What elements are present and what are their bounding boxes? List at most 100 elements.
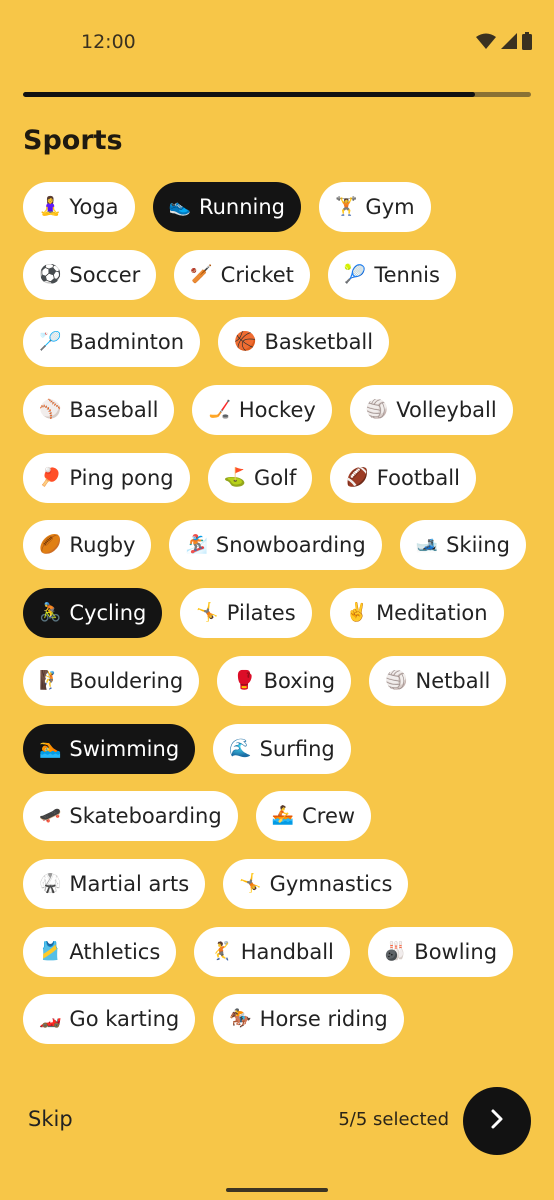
chip-label: Pilates bbox=[226, 601, 296, 626]
chip-label: Running bbox=[198, 195, 285, 219]
sport-chip-cricket[interactable]: 🏏 Cricket bbox=[174, 249, 310, 300]
running-icon: 👟 bbox=[168, 196, 191, 217]
skip-button[interactable]: Skip bbox=[28, 1107, 73, 1131]
sport-chip-volleyball[interactable]: 🏐 Volleyball bbox=[349, 385, 513, 436]
chip-label: Volleyball bbox=[396, 398, 497, 423]
chip-row: ⚾ Baseball 🏒 Hockey 🏐 Volleyball bbox=[23, 385, 543, 436]
chip-row: 🛹 Skateboarding 🚣 Crew bbox=[23, 791, 543, 842]
chip-label: Yoga bbox=[69, 195, 119, 219]
football-icon: 🏈 bbox=[346, 466, 369, 488]
chip-row: 🏉 Rugby 🏂 Snowboarding 🎿 Skiing bbox=[23, 520, 543, 571]
chip-label: Soccer bbox=[69, 262, 141, 287]
chip-row: 🧘‍♀️ Yoga 👟 Running 🏋️ Gym bbox=[23, 182, 543, 232]
sport-chip-football[interactable]: 🏈 Football bbox=[330, 452, 476, 503]
sport-chip-netball[interactable]: 🏐 Netball bbox=[369, 655, 507, 706]
chip-row: 🚴 Cycling 🤸 Pilates ✌️ Meditation bbox=[23, 588, 543, 639]
chip-row: 🥋 Martial arts 🤸 Gymnastics bbox=[23, 858, 543, 909]
chip-label: Baseball bbox=[69, 398, 159, 423]
battery-icon bbox=[522, 32, 532, 54]
chip-label: Go karting bbox=[69, 1007, 180, 1032]
badminton-icon: 🏸 bbox=[39, 331, 62, 353]
chip-label: Football bbox=[376, 465, 460, 490]
chip-label: Hockey bbox=[238, 398, 316, 423]
crew-icon: 🚣 bbox=[271, 805, 295, 827]
chip-label: Crew bbox=[302, 804, 356, 829]
gym-icon: 🏋️ bbox=[335, 196, 358, 217]
sport-chip-list: 🧘‍♀️ Yoga 👟 Running 🏋️ Gym ⚽ Soccer 🏏 Cricket 🎾 Ten… bbox=[23, 182, 543, 1062]
sport-chip-rugby[interactable]: 🏉 Rugby bbox=[23, 520, 152, 571]
yoga-icon: 🧘‍♀️ bbox=[39, 196, 62, 217]
sport-chip-bowling[interactable]: 🎳 Bowling bbox=[367, 926, 514, 977]
chip-label: Athletics bbox=[69, 939, 161, 964]
sport-chip-athletics[interactable]: 🎽 Athletics bbox=[23, 926, 177, 977]
sport-chip-hockey[interactable]: 🏒 Hockey bbox=[192, 385, 332, 436]
chip-label: Gym bbox=[365, 195, 415, 219]
progress-bar bbox=[23, 92, 531, 97]
sport-chip-surfing[interactable]: 🌊 Surfing bbox=[213, 723, 351, 774]
sport-chip-bouldering[interactable]: 🧗 Bouldering bbox=[23, 655, 200, 706]
sport-chip-tennis[interactable]: 🎾 Tennis bbox=[327, 249, 456, 300]
go-karting-icon: 🏎️ bbox=[39, 1008, 62, 1030]
cycling-icon: 🚴 bbox=[39, 602, 62, 624]
swimming-icon: 🏊 bbox=[39, 737, 62, 759]
sport-chip-badminton[interactable]: 🏸 Badminton bbox=[23, 317, 201, 368]
page-title: Sports bbox=[23, 125, 123, 156]
chip-row: ⚽ Soccer 🏏 Cricket 🎾 Tennis bbox=[23, 249, 543, 300]
sport-chip-horse-riding[interactable]: 🏇 Horse riding bbox=[213, 994, 404, 1045]
golf-icon: ⛳ bbox=[223, 466, 247, 488]
sport-chip-gymnastics[interactable]: 🤸 Gymnastics bbox=[223, 858, 409, 909]
chip-label: Ping pong bbox=[69, 465, 174, 490]
wifi-icon bbox=[476, 33, 496, 53]
selected-count: 5/5 selected bbox=[338, 1109, 449, 1130]
ping-pong-icon: 🏓 bbox=[39, 466, 62, 488]
sport-chip-boxing[interactable]: 🥊 Boxing bbox=[217, 655, 352, 706]
sport-chip-running[interactable]: 👟 Running bbox=[152, 182, 301, 232]
chip-label: Rugby bbox=[69, 533, 136, 558]
chip-row: 🏊 Swimming 🌊 Surfing bbox=[23, 723, 543, 774]
handball-icon: 🤾 bbox=[210, 940, 233, 962]
basketball-icon: 🏀 bbox=[234, 331, 257, 353]
status-time: 12:00 bbox=[81, 31, 136, 53]
sport-chip-basketball[interactable]: 🏀 Basketball bbox=[218, 317, 390, 368]
meditation-icon: ✌️ bbox=[345, 602, 369, 624]
chip-label: Bouldering bbox=[69, 668, 184, 693]
chip-label: Boxing bbox=[263, 668, 336, 693]
chip-label: Basketball bbox=[264, 330, 374, 355]
baseball-icon: ⚾ bbox=[39, 399, 62, 421]
sport-chip-soccer[interactable]: ⚽ Soccer bbox=[23, 249, 157, 300]
sport-chip-skateboarding[interactable]: 🛹 Skateboarding bbox=[23, 791, 238, 842]
sport-chip-martial-arts[interactable]: 🥋 Martial arts bbox=[23, 858, 206, 909]
soccer-icon: ⚽ bbox=[39, 263, 62, 285]
sport-chip-ping-pong[interactable]: 🏓 Ping pong bbox=[23, 452, 190, 503]
sport-chip-cycling[interactable]: 🚴 Cycling bbox=[23, 588, 163, 639]
status-icons bbox=[476, 32, 532, 54]
sport-chip-go-karting[interactable]: 🏎️ Go karting bbox=[23, 994, 196, 1045]
sport-chip-snowboarding[interactable]: 🏂 Snowboarding bbox=[169, 520, 382, 571]
gymnastics-icon: 🤸 bbox=[239, 872, 262, 894]
chip-label: Swimming bbox=[69, 736, 180, 761]
chip-label: Martial arts bbox=[69, 871, 190, 896]
cricket-icon: 🏏 bbox=[190, 263, 213, 285]
sport-chip-handball[interactable]: 🤾 Handball bbox=[194, 926, 350, 977]
next-button[interactable] bbox=[463, 1087, 531, 1155]
bowling-icon: 🎳 bbox=[383, 940, 407, 962]
skateboarding-icon: 🛹 bbox=[39, 805, 62, 827]
chip-label: Bowling bbox=[414, 939, 498, 964]
hockey-icon: 🏒 bbox=[208, 399, 231, 421]
sport-chip-yoga[interactable]: 🧘‍♀️ Yoga bbox=[23, 182, 135, 232]
volleyball-icon: 🏐 bbox=[365, 399, 389, 421]
sport-chip-swimming[interactable]: 🏊 Swimming bbox=[23, 723, 196, 774]
sport-chip-golf[interactable]: ⛳ Golf bbox=[207, 452, 313, 503]
sport-chip-baseball[interactable]: ⚾ Baseball bbox=[23, 385, 175, 436]
martial-arts-icon: 🥋 bbox=[39, 872, 62, 894]
chip-row: 🎽 Athletics 🤾 Handball 🎳 Bowling bbox=[23, 926, 543, 977]
sport-chip-gym[interactable]: 🏋️ Gym bbox=[319, 182, 431, 232]
sport-chip-crew[interactable]: 🚣 Crew bbox=[255, 791, 372, 842]
sport-chip-skiing[interactable]: 🎿 Skiing bbox=[399, 520, 526, 571]
surfing-icon: 🌊 bbox=[229, 737, 252, 759]
snowboarding-icon: 🏂 bbox=[185, 534, 208, 556]
sport-chip-meditation[interactable]: ✌️ Meditation bbox=[329, 588, 504, 639]
netball-icon: 🏐 bbox=[385, 669, 408, 691]
sport-chip-pilates[interactable]: 🤸 Pilates bbox=[180, 588, 312, 639]
chip-label: Handball bbox=[240, 939, 334, 964]
